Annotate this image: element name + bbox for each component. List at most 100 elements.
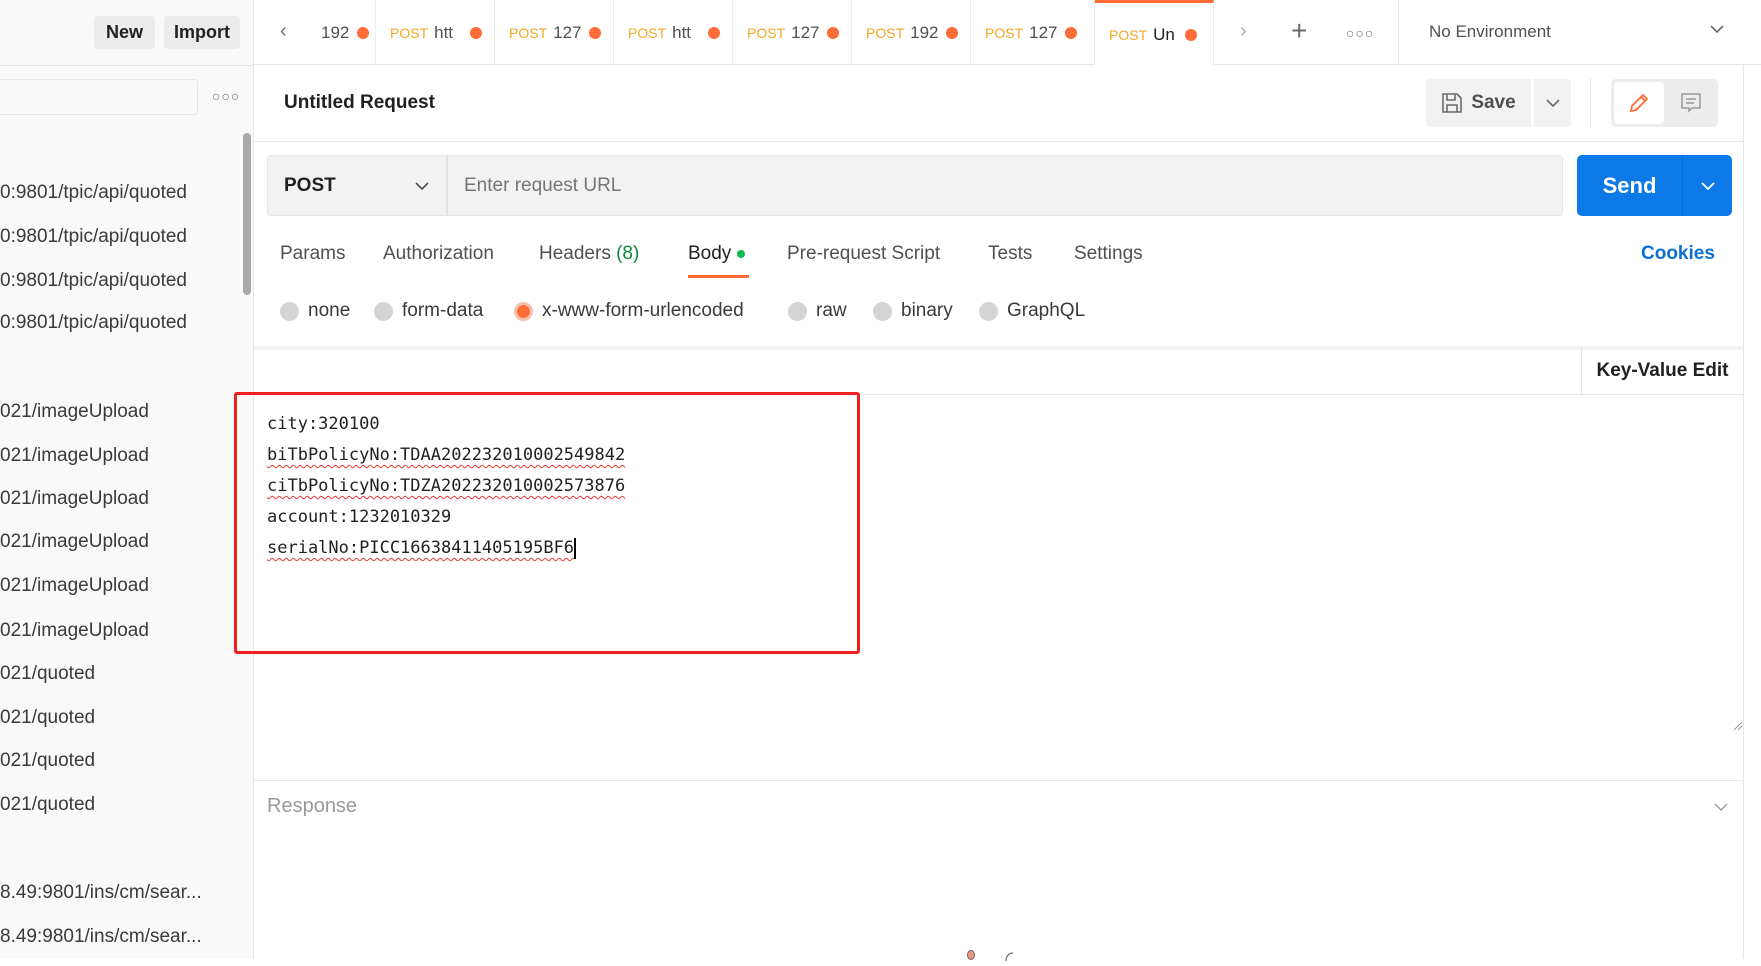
tab-body[interactable]: Body [688,243,745,265]
unsaved-dot-icon [1185,28,1198,41]
comments-button[interactable] [1666,82,1716,124]
resize-handle-icon[interactable] [1733,718,1743,736]
request-tab[interactable]: POST 127 [971,0,1095,65]
history-item[interactable]: 8.49:9801/ins/cm/sear... [0,925,202,949]
tab-params[interactable]: Params [280,243,345,265]
tab-headers[interactable]: Headers (8) [539,243,639,265]
response-header[interactable]: Response [267,795,357,818]
history-item[interactable]: 021/quoted [0,662,95,686]
method-value: POST [284,174,336,196]
history-item[interactable]: 021/quoted [0,749,95,773]
radio-label: GraphQL [1007,300,1086,321]
chevron-right-icon[interactable]: › [1240,20,1247,43]
save-label: Save [1471,92,1516,113]
divider [1590,78,1591,128]
radio-selected-icon [514,301,533,321]
body-type-graphql[interactable]: GraphQL [979,300,1085,322]
comment-icon [1681,93,1701,113]
history-item[interactable]: 021/quoted [0,793,95,817]
history-item[interactable]: 021/imageUpload [0,487,149,511]
environment-selector[interactable]: No Environment [1429,22,1551,42]
tab-method: POST [747,24,786,41]
tab-options-icon[interactable]: ○○○ [1346,25,1374,41]
radio-icon [873,301,892,321]
history-item[interactable]: 021/imageUpload [0,530,149,554]
radio-icon [280,301,299,321]
save-button[interactable]: Save [1426,79,1531,127]
unsaved-dot-icon [470,26,483,39]
body-type-form-data[interactable]: form-data [374,300,483,322]
history-item[interactable]: 0:9801/tpic/api/quoted [0,269,187,293]
save-dropdown-button[interactable] [1534,79,1571,127]
pencil-icon [1629,93,1649,113]
history-item[interactable]: 021/imageUpload [0,619,149,643]
method-select[interactable]: POST [267,155,447,216]
request-tab[interactable]: POST htt [614,0,733,65]
sidebar-scrollbar[interactable] [243,133,251,295]
headers-count: (8) [616,243,640,264]
tab-url: htt [434,22,454,42]
tab-method: POST [866,24,905,41]
request-tab[interactable]: POST htt [376,0,495,65]
request-title[interactable]: Untitled Request [284,92,435,114]
save-icon [1442,93,1463,113]
request-tab-active[interactable]: POST Un [1095,0,1214,66]
tab-settings[interactable]: Settings [1074,243,1143,265]
unsaved-dot-icon [708,26,721,39]
radio-icon [374,301,393,321]
tab-authorization[interactable]: Authorization [383,243,494,265]
divider [0,65,254,66]
more-options-icon[interactable]: ○○○ [212,88,240,104]
send-dropdown-button[interactable] [1682,155,1732,216]
history-item[interactable]: 0:9801/tpic/api/quoted [0,225,187,249]
tab-url: 127 [553,22,582,42]
tab-url: 127 [1029,22,1058,42]
highlight-annotation-box [234,392,860,654]
divider [254,780,1743,781]
history-item[interactable]: 8.49:9801/ins/cm/sear... [0,881,202,905]
chevron-down-icon [415,181,429,190]
divider [1398,0,1399,65]
body-type-binary[interactable]: binary [873,300,953,322]
chevron-left-icon[interactable]: ‹ [280,20,287,43]
tab-prerequest-script[interactable]: Pre-request Script [787,243,940,265]
history-item[interactable]: 0:9801/tpic/api/quoted [0,311,187,335]
tab-method: POST [509,24,548,41]
send-button[interactable]: Send [1577,155,1682,216]
tab-url: htt [672,22,692,42]
new-tab-plus-icon[interactable]: + [1291,15,1307,47]
chevron-down-icon[interactable] [1713,800,1729,818]
body-type-none[interactable]: none [280,300,350,322]
body-type-urlencoded[interactable]: x-www-form-urlencoded [514,300,744,322]
body-label: Body [688,243,732,264]
tab-url: 127 [791,22,820,42]
new-button[interactable]: New [94,16,155,49]
sidebar-search-input[interactable] [0,79,198,115]
history-item[interactable]: 021/imageUpload [0,574,149,598]
unsaved-dot-icon [827,26,840,39]
request-tab[interactable]: POST 127 [733,0,852,65]
request-tab[interactable]: 192 [303,0,376,65]
history-item[interactable]: 021/quoted [0,706,95,730]
url-input[interactable] [447,155,1563,216]
tab-tests[interactable]: Tests [988,243,1032,265]
tab-url: 192 [321,22,349,42]
request-tab[interactable]: POST 127 [495,0,614,65]
chevron-down-icon [1545,99,1560,108]
tab-url: 192 [910,22,939,42]
key-value-edit-button[interactable]: Key-Value Edit [1581,346,1743,395]
body-type-raw[interactable]: raw [788,300,847,322]
history-item[interactable]: 021/imageUpload [0,444,149,468]
cookies-link[interactable]: Cookies [1641,243,1715,265]
edit-mode-button[interactable] [1614,82,1664,124]
radio-icon [979,301,998,321]
sidebar: New Import ○○○ 0:9801/tpic/api/quoted 0:… [0,0,254,959]
unsaved-dot-icon [589,26,602,39]
request-tab[interactable]: POST 192 [852,0,971,65]
chevron-down-icon [1700,181,1715,190]
tab-method: POST [628,24,667,41]
import-button[interactable]: Import [164,16,240,49]
chevron-down-icon[interactable] [1709,22,1725,40]
history-item[interactable]: 021/imageUpload [0,400,149,424]
history-item[interactable]: 0:9801/tpic/api/quoted [0,181,187,205]
